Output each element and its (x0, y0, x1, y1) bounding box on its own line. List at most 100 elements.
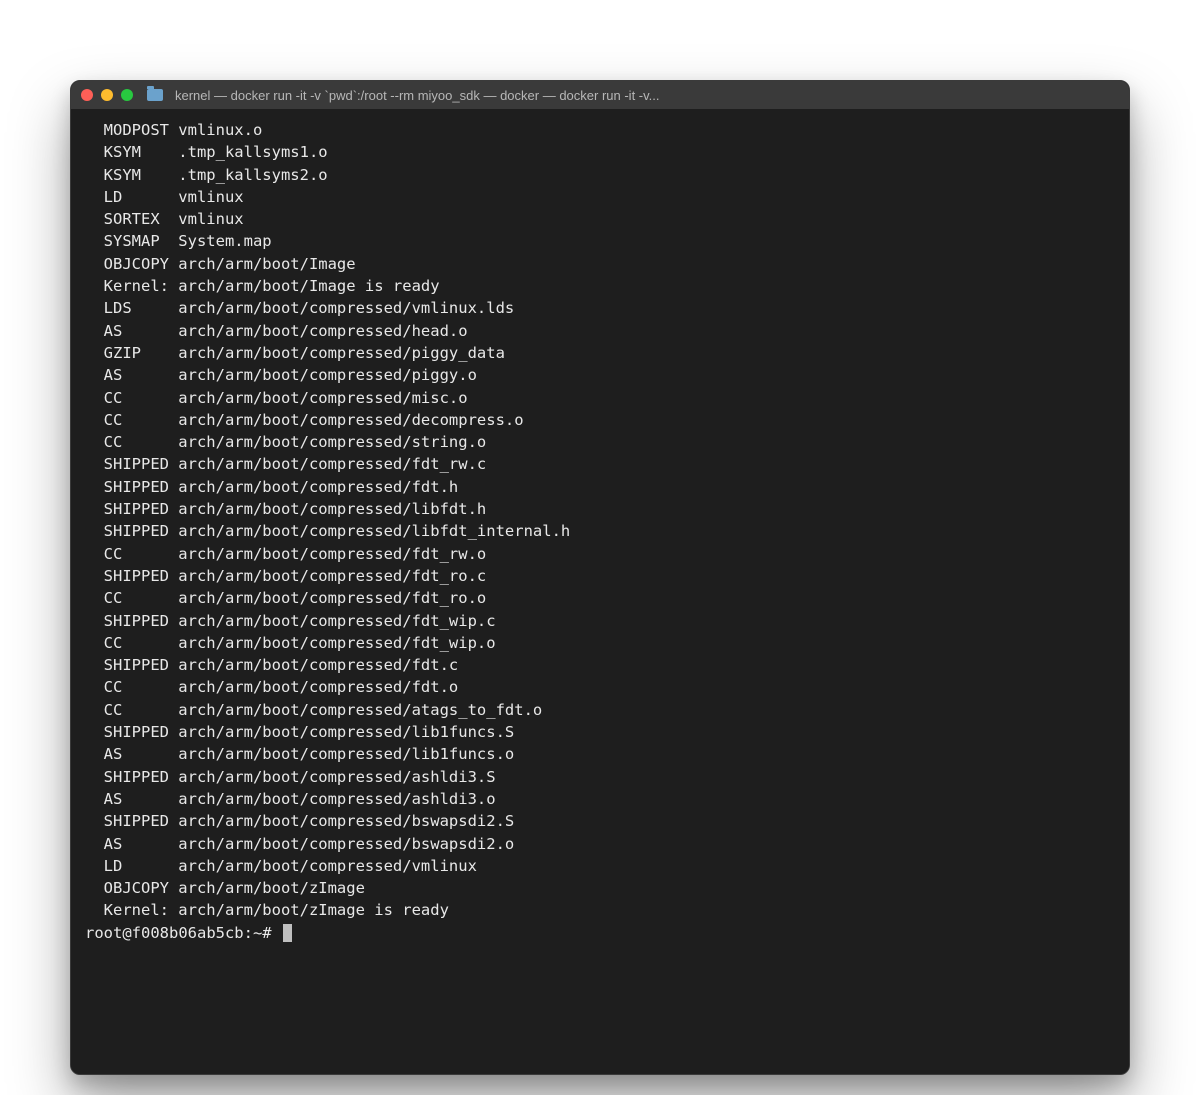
output-line: ASarch/arm/boot/compressed/bswapsdi2.o (85, 833, 1115, 855)
build-step-path: arch/arm/boot/compressed/fdt_ro.c (178, 567, 486, 585)
shell-prompt-line[interactable]: root@f008b06ab5cb:~# (85, 922, 1115, 944)
build-step-path: arch/arm/boot/compressed/bswapsdi2.o (178, 835, 514, 853)
output-line: Kernel:arch/arm/boot/zImage is ready (85, 899, 1115, 921)
build-step-path: arch/arm/boot/compressed/vmlinux (178, 857, 477, 875)
indent (85, 833, 104, 855)
build-step-tag: SHIPPED (104, 610, 179, 632)
output-line: GZIParch/arm/boot/compressed/piggy_data (85, 342, 1115, 364)
build-step-path: arch/arm/boot/compressed/fdt_rw.o (178, 545, 486, 563)
indent (85, 676, 104, 698)
build-step-tag: SHIPPED (104, 766, 179, 788)
indent (85, 431, 104, 453)
build-step-tag: AS (104, 364, 179, 386)
indent (85, 587, 104, 609)
indent (85, 810, 104, 832)
build-step-path: .tmp_kallsyms2.o (178, 166, 327, 184)
build-step-tag: Kernel: (104, 899, 179, 921)
build-step-path: arch/arm/boot/compressed/bswapsdi2.S (178, 812, 514, 830)
build-step-path: vmlinux.o (178, 121, 262, 139)
output-line: SORTEXvmlinux (85, 208, 1115, 230)
output-line: LDarch/arm/boot/compressed/vmlinux (85, 855, 1115, 877)
build-step-tag: CC (104, 699, 179, 721)
indent (85, 766, 104, 788)
output-line: LDvmlinux (85, 186, 1115, 208)
build-step-tag: OBJCOPY (104, 253, 179, 275)
build-step-tag: CC (104, 676, 179, 698)
output-line: KSYM.tmp_kallsyms1.o (85, 141, 1115, 163)
window-controls (81, 89, 133, 101)
output-line: ASarch/arm/boot/compressed/head.o (85, 320, 1115, 342)
minimize-icon[interactable] (101, 89, 113, 101)
build-step-path: arch/arm/boot/compressed/fdt_wip.c (178, 612, 495, 630)
output-line: CCarch/arm/boot/compressed/fdt.o (85, 676, 1115, 698)
build-step-path: arch/arm/boot/compressed/piggy.o (178, 366, 477, 384)
indent (85, 342, 104, 364)
indent (85, 275, 104, 297)
build-step-path: arch/arm/boot/compressed/vmlinux.lds (178, 299, 514, 317)
build-step-tag: SHIPPED (104, 498, 179, 520)
output-line: SHIPPEDarch/arm/boot/compressed/libfdt_i… (85, 520, 1115, 542)
build-step-path: arch/arm/boot/compressed/ashldi3.S (178, 768, 495, 786)
maximize-icon[interactable] (121, 89, 133, 101)
output-line: SHIPPEDarch/arm/boot/compressed/libfdt.h (85, 498, 1115, 520)
output-line: OBJCOPYarch/arm/boot/zImage (85, 877, 1115, 899)
terminal-output[interactable]: MODPOSTvmlinux.o KSYM.tmp_kallsyms1.o KS… (71, 109, 1129, 1074)
build-step-path: arch/arm/boot/Image (178, 255, 355, 273)
output-line: SHIPPEDarch/arm/boot/compressed/fdt.h (85, 476, 1115, 498)
indent (85, 654, 104, 676)
build-step-path: arch/arm/boot/compressed/decompress.o (178, 411, 523, 429)
build-step-path: System.map (178, 232, 271, 250)
window-titlebar[interactable]: kernel — docker run -it -v `pwd`:/root -… (71, 81, 1129, 109)
output-line: CCarch/arm/boot/compressed/fdt_rw.o (85, 543, 1115, 565)
output-line: CCarch/arm/boot/compressed/atags_to_fdt.… (85, 699, 1115, 721)
indent (85, 208, 104, 230)
indent (85, 543, 104, 565)
indent (85, 610, 104, 632)
output-line: CCarch/arm/boot/compressed/fdt_wip.o (85, 632, 1115, 654)
output-line: KSYM.tmp_kallsyms2.o (85, 164, 1115, 186)
build-step-tag: Kernel: (104, 275, 179, 297)
build-step-path: arch/arm/boot/compressed/lib1funcs.S (178, 723, 514, 741)
indent (85, 632, 104, 654)
output-line: MODPOSTvmlinux.o (85, 119, 1115, 141)
indent (85, 186, 104, 208)
build-step-tag: SHIPPED (104, 453, 179, 475)
build-step-path: arch/arm/boot/compressed/ashldi3.o (178, 790, 495, 808)
build-step-path: arch/arm/boot/compressed/string.o (178, 433, 486, 451)
indent (85, 855, 104, 877)
window-title: kernel — docker run -it -v `pwd`:/root -… (175, 88, 1119, 103)
output-line: ASarch/arm/boot/compressed/piggy.o (85, 364, 1115, 386)
close-icon[interactable] (81, 89, 93, 101)
build-step-path: arch/arm/boot/compressed/fdt.o (178, 678, 458, 696)
build-step-path: arch/arm/boot/Image is ready (178, 277, 439, 295)
indent (85, 743, 104, 765)
build-step-tag: SHIPPED (104, 476, 179, 498)
indent (85, 520, 104, 542)
output-line: SHIPPEDarch/arm/boot/compressed/lib1func… (85, 721, 1115, 743)
output-line: SHIPPEDarch/arm/boot/compressed/fdt_ro.c (85, 565, 1115, 587)
indent (85, 409, 104, 431)
build-step-path: arch/arm/boot/compressed/fdt.h (178, 478, 458, 496)
indent (85, 899, 104, 921)
build-step-tag: CC (104, 387, 179, 409)
build-step-path: arch/arm/boot/compressed/lib1funcs.o (178, 745, 514, 763)
build-step-path: arch/arm/boot/compressed/libfdt.h (178, 500, 486, 518)
indent (85, 297, 104, 319)
build-step-path: .tmp_kallsyms1.o (178, 143, 327, 161)
build-step-path: vmlinux (178, 210, 243, 228)
indent (85, 453, 104, 475)
output-line: LDSarch/arm/boot/compressed/vmlinux.lds (85, 297, 1115, 319)
indent (85, 699, 104, 721)
build-step-tag: SHIPPED (104, 565, 179, 587)
cursor-icon (283, 924, 292, 942)
output-line: SHIPPEDarch/arm/boot/compressed/fdt_wip.… (85, 610, 1115, 632)
build-step-tag: OBJCOPY (104, 877, 179, 899)
indent (85, 230, 104, 252)
build-step-tag: AS (104, 320, 179, 342)
indent (85, 476, 104, 498)
indent (85, 498, 104, 520)
build-step-tag: CC (104, 431, 179, 453)
output-line: ASarch/arm/boot/compressed/lib1funcs.o (85, 743, 1115, 765)
build-step-tag: CC (104, 632, 179, 654)
build-step-tag: SHIPPED (104, 721, 179, 743)
